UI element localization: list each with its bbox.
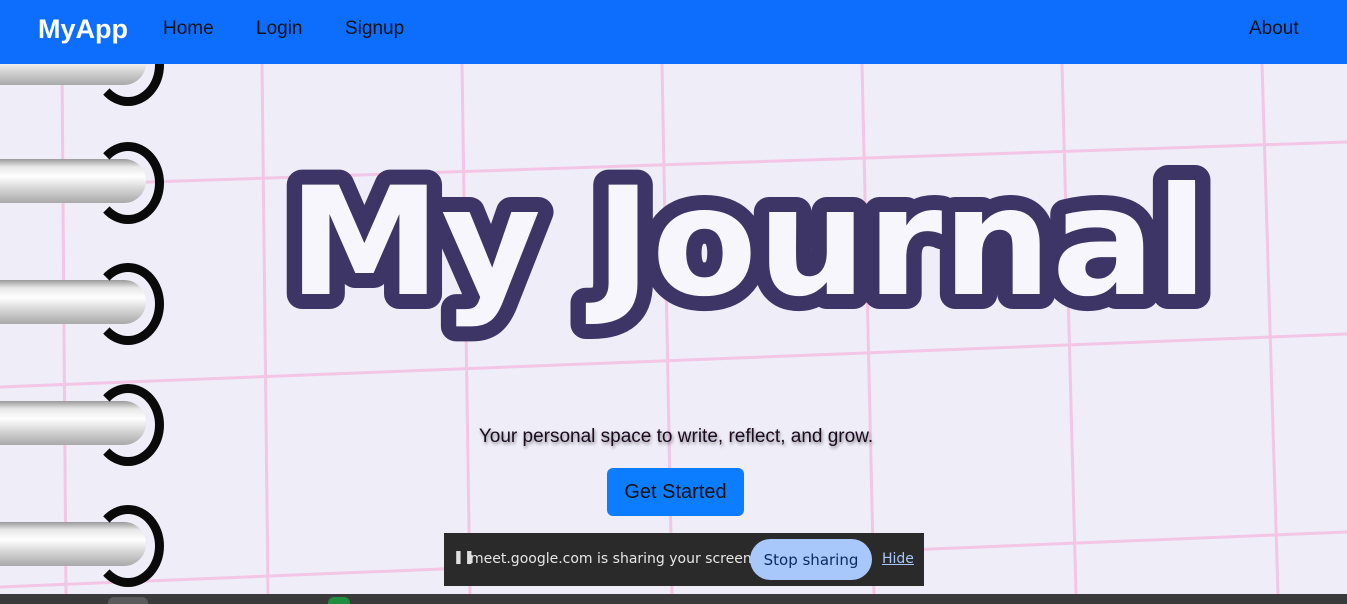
taskbar-app-icon[interactable] [328, 597, 350, 604]
stop-sharing-button[interactable]: Stop sharing [750, 539, 872, 580]
get-started-button[interactable]: Get Started [607, 468, 744, 516]
spiral-ring [0, 261, 170, 345]
screen-share-message: meet.google.com is sharing your screen. [470, 551, 757, 567]
tagline: Your personal space to write, reflect, a… [478, 426, 874, 447]
journal-title-fill: My Journal [288, 156, 1208, 330]
spiral-ring [0, 140, 170, 224]
spiral-ring [0, 382, 170, 466]
navbar: MyApp Home Login Signup About [0, 0, 1347, 64]
taskbar-app-icon[interactable] [108, 597, 148, 604]
nav-link-home[interactable]: Home [163, 18, 214, 40]
journal-title: My Journal My Journal [273, 144, 1223, 345]
spiral-binding [0, 64, 170, 594]
screen-share-bar: ❚❚ meet.google.com is sharing your scree… [444, 533, 924, 586]
nav-link-login[interactable]: Login [256, 18, 303, 40]
brand-logo[interactable]: MyApp [38, 14, 128, 45]
hero-section: My Journal My Journal Your personal spac… [0, 64, 1347, 594]
spiral-ring [0, 64, 170, 106]
nav-link-signup[interactable]: Signup [345, 18, 404, 40]
spiral-ring [0, 503, 170, 587]
taskbar [0, 594, 1347, 604]
nav-link-about[interactable]: About [1249, 18, 1299, 40]
hide-link[interactable]: Hide [882, 551, 914, 567]
